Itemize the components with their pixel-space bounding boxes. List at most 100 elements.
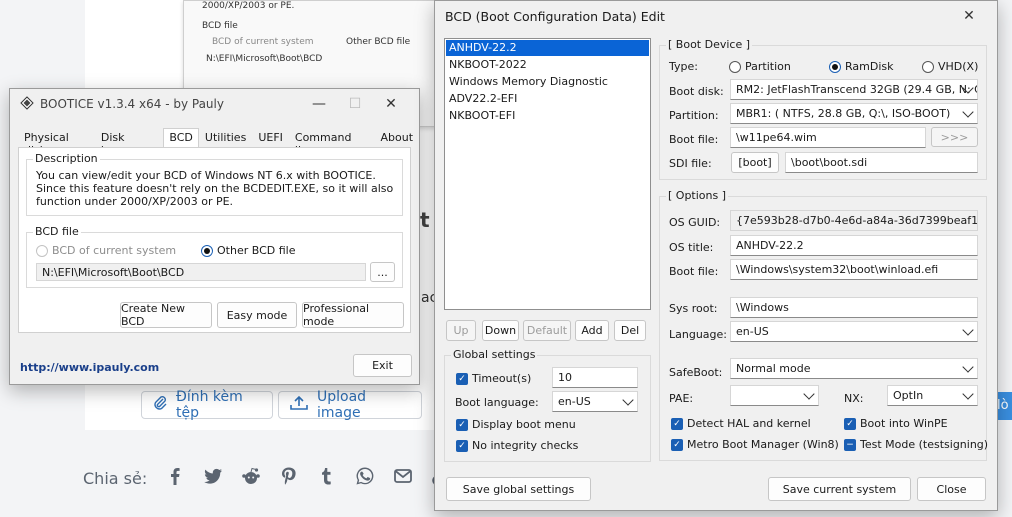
checkmark-icon: ✓	[671, 417, 683, 430]
list-item[interactable]: ANHDV-22.2	[446, 40, 649, 56]
detect-hal-checkbox[interactable]: ✓ Detect HAL and kernel	[671, 417, 811, 430]
tumblr-icon[interactable]	[317, 466, 337, 490]
attach-file-button[interactable]: Đính kèm tệp	[141, 389, 273, 421]
ghost-other: Other BCD file	[346, 37, 411, 47]
radio-other-bcd[interactable]: Other BCD file	[201, 244, 295, 257]
boot-disk-value: RM2: JetFlashTranscend 32GB (29.4 GB, N:…	[736, 83, 978, 96]
safeboot-select[interactable]: Normal mode	[730, 358, 978, 379]
options-boot-file-input[interactable]: \Windows\system32\boot\winload.efi	[730, 259, 978, 280]
description-title: Description	[33, 152, 100, 165]
bcd-titlebar[interactable]: BCD (Boot Configuration Data) Edit ✕	[435, 1, 997, 31]
website-link[interactable]: http://www.ipauly.com	[20, 361, 159, 374]
checkmark-icon: ✓	[456, 439, 468, 452]
boot-language-label: Boot language:	[455, 396, 539, 409]
detect-hal-label: Detect HAL and kernel	[687, 417, 811, 430]
display-boot-menu-checkbox[interactable]: ✓ Display boot menu	[456, 418, 576, 431]
right-blue-button[interactable]: lò	[997, 392, 1012, 420]
boot-language-value: en-US	[558, 395, 591, 408]
del-button[interactable]: Del	[614, 320, 646, 341]
down-button[interactable]: Down	[482, 320, 519, 341]
checkmark-icon: ✓	[844, 417, 856, 430]
attach-file-label: Đính kèm tệp	[176, 389, 243, 421]
options-title: [ Options ]	[666, 189, 729, 202]
safeboot-label: SafeBoot:	[669, 366, 723, 379]
boot-device-title: [ Boot Device ]	[666, 38, 753, 51]
chevron-down-icon	[962, 105, 974, 118]
save-current-system-button[interactable]: Save current system	[768, 477, 911, 501]
create-new-bcd-button[interactable]: Create New BCD	[120, 302, 212, 328]
partition-value: MBR1: ( NTFS, 28.8 GB, Q:\, ISO-BOOT)	[736, 107, 951, 120]
minimize-button[interactable]: —	[301, 90, 337, 118]
bcd-tab-panel: Description You can view/edit your BCD o…	[18, 147, 411, 333]
timeout-input[interactable]: 10	[552, 367, 638, 388]
add-button[interactable]: Add	[575, 320, 609, 341]
chevron-down-icon	[962, 360, 974, 373]
list-item[interactable]: NKBOOT-EFI	[446, 108, 649, 124]
bootice-titlebar[interactable]: BOOTICE v1.3.4 x64 - by Pauly — ☐ ✕	[10, 89, 419, 119]
bcd-path-field[interactable]: N:\EFI\Microsoft\Boot\BCD	[36, 263, 366, 281]
pinterest-icon[interactable]	[279, 466, 299, 490]
language-label: Language:	[669, 328, 727, 341]
boot-entry-list[interactable]: ANHDV-22.2 NKBOOT-2022 Windows Memory Di…	[444, 38, 651, 310]
chevron-down-icon	[622, 393, 634, 406]
whatsapp-icon[interactable]	[355, 466, 375, 490]
options-group: [ Options ] OS GUID: {7e593b28-d7b0-4e6d…	[659, 189, 988, 461]
radio-ramdisk[interactable]: RamDisk	[829, 60, 894, 73]
nx-value: OptIn	[893, 389, 924, 402]
easy-mode-button[interactable]: Easy mode	[217, 302, 297, 328]
radio-partition[interactable]: Partition	[729, 60, 791, 73]
language-value: en-US	[736, 325, 769, 338]
sysroot-input[interactable]: \Windows	[730, 297, 978, 318]
type-label: Type:	[669, 60, 698, 73]
browse-button[interactable]: ...	[370, 262, 395, 282]
bcd-close-button[interactable]: ✕	[951, 2, 987, 30]
boot-winpe-checkbox[interactable]: ✓ Boot into WinPE	[844, 417, 948, 430]
nx-select[interactable]: OptIn	[887, 385, 978, 406]
sdi-boot-button[interactable]: [boot]	[731, 152, 779, 173]
professional-mode-button[interactable]: Professional mode	[302, 302, 404, 328]
close-dialog-button[interactable]: Close	[917, 477, 986, 501]
radio-other-dot	[201, 244, 213, 257]
reddit-icon[interactable]	[241, 466, 261, 490]
save-global-settings-button[interactable]: Save global settings	[446, 477, 591, 501]
radio-current-system[interactable]: BCD of current system	[36, 244, 176, 257]
list-item[interactable]: Windows Memory Diagnostic	[446, 74, 649, 90]
ghost-top-text: 2000/XP/2003 or PE.	[202, 1, 295, 11]
upload-image-button[interactable]: Upload image	[278, 389, 422, 421]
close-button[interactable]: ✕	[373, 90, 409, 118]
facebook-icon[interactable]	[165, 466, 185, 490]
mail-icon[interactable]	[393, 466, 413, 490]
radio-current-label: BCD of current system	[52, 244, 177, 257]
boot-language-select[interactable]: en-US	[552, 391, 638, 412]
browse-arrow-button[interactable]: >>>	[931, 127, 978, 147]
nx-label: NX:	[844, 392, 864, 405]
no-integrity-checkbox[interactable]: ✓ No integrity checks	[456, 439, 578, 452]
os-guid-field[interactable]: {7e593b28-d7b0-4e6d-a84a-36d7399beaf1}	[730, 210, 978, 231]
timeout-checkbox[interactable]: ✓ Timeout(s)	[456, 372, 531, 385]
bootice-title: BOOTICE v1.3.4 x64 - by Pauly	[40, 97, 224, 111]
sdi-file-input[interactable]: \boot\boot.sdi	[785, 152, 978, 173]
test-mode-checkbox[interactable]: − Test Mode (testsigning)	[844, 438, 988, 451]
partition-select[interactable]: MBR1: ( NTFS, 28.8 GB, Q:\, ISO-BOOT)	[730, 103, 978, 124]
maximize-button[interactable]: ☐	[337, 90, 373, 118]
radio-partition-dot	[729, 60, 741, 73]
language-select[interactable]: en-US	[730, 321, 978, 342]
list-item[interactable]: NKBOOT-2022	[446, 57, 649, 73]
test-mode-label: Test Mode (testsigning)	[860, 438, 989, 451]
exit-button[interactable]: Exit	[353, 354, 412, 377]
radio-vhd[interactable]: VHD(X)	[922, 60, 978, 73]
device-boot-file-input[interactable]: \w11pe64.wim	[730, 127, 926, 148]
default-button[interactable]: Default	[523, 320, 571, 341]
pae-select[interactable]	[730, 385, 819, 406]
up-button[interactable]: Up	[446, 320, 476, 341]
ghost-bcd-file: BCD file	[202, 21, 238, 31]
list-item[interactable]: ADV22.2-EFI	[446, 91, 649, 107]
chevron-down-icon	[962, 387, 974, 400]
boot-disk-select[interactable]: RM2: JetFlashTranscend 32GB (29.4 GB, N:…	[730, 79, 978, 100]
metro-boot-checkbox[interactable]: ✓ Metro Boot Manager (Win8)	[671, 438, 839, 451]
twitter-icon[interactable]	[203, 466, 223, 490]
os-title-label: OS title:	[669, 241, 714, 254]
partition-label: Partition:	[669, 109, 719, 122]
os-title-input[interactable]: ANHDV-22.2	[730, 235, 978, 256]
bootice-app-icon	[20, 95, 34, 113]
